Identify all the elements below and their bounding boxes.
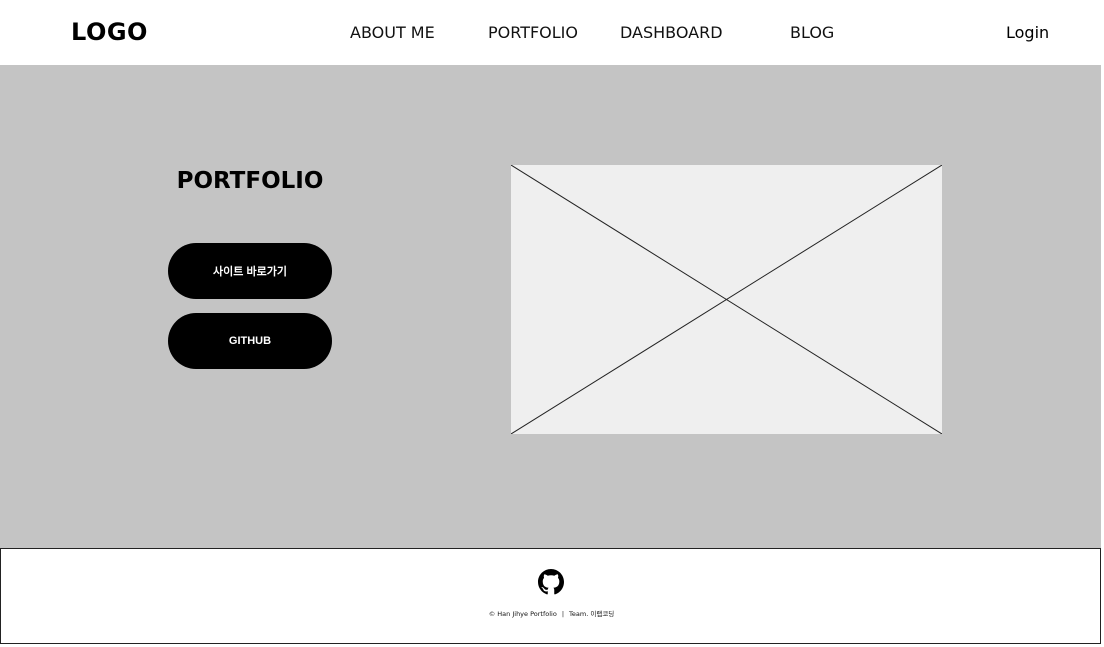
nav-about-me[interactable]: ABOUT ME <box>350 23 435 43</box>
nav-portfolio[interactable]: PORTFOLIO <box>488 23 578 43</box>
github-button[interactable]: GITHUB <box>168 313 332 369</box>
team-text: Team. 이랩코딩 <box>569 610 615 618</box>
image-placeholder <box>511 165 942 434</box>
page: LOGO ABOUT ME PORTFOLIO DASHBOARD BLOG L… <box>0 0 1104 647</box>
visit-site-button[interactable]: 사이트 바로가기 <box>168 243 332 299</box>
footer-separator: | <box>561 610 565 618</box>
x-cross-placeholder-icon <box>511 165 942 434</box>
logo[interactable]: LOGO <box>71 18 148 46</box>
hero-title: PORTFOLIO <box>176 168 324 194</box>
nav-blog[interactable]: BLOG <box>790 23 834 43</box>
footer-copyright-line: © Han Jihye Portfolio | Team. 이랩코딩 <box>1 609 1102 619</box>
copyright-text: © Han Jihye Portfolio <box>488 610 557 618</box>
site-footer: © Han Jihye Portfolio | Team. 이랩코딩 <box>0 548 1101 644</box>
nav-dashboard[interactable]: DASHBOARD <box>620 23 723 43</box>
hero-section: PORTFOLIO 사이트 바로가기 GITHUB <box>0 65 1101 548</box>
github-icon[interactable] <box>538 569 564 595</box>
site-header: LOGO ABOUT ME PORTFOLIO DASHBOARD BLOG L… <box>0 0 1101 65</box>
login-link[interactable]: Login <box>1006 23 1049 43</box>
